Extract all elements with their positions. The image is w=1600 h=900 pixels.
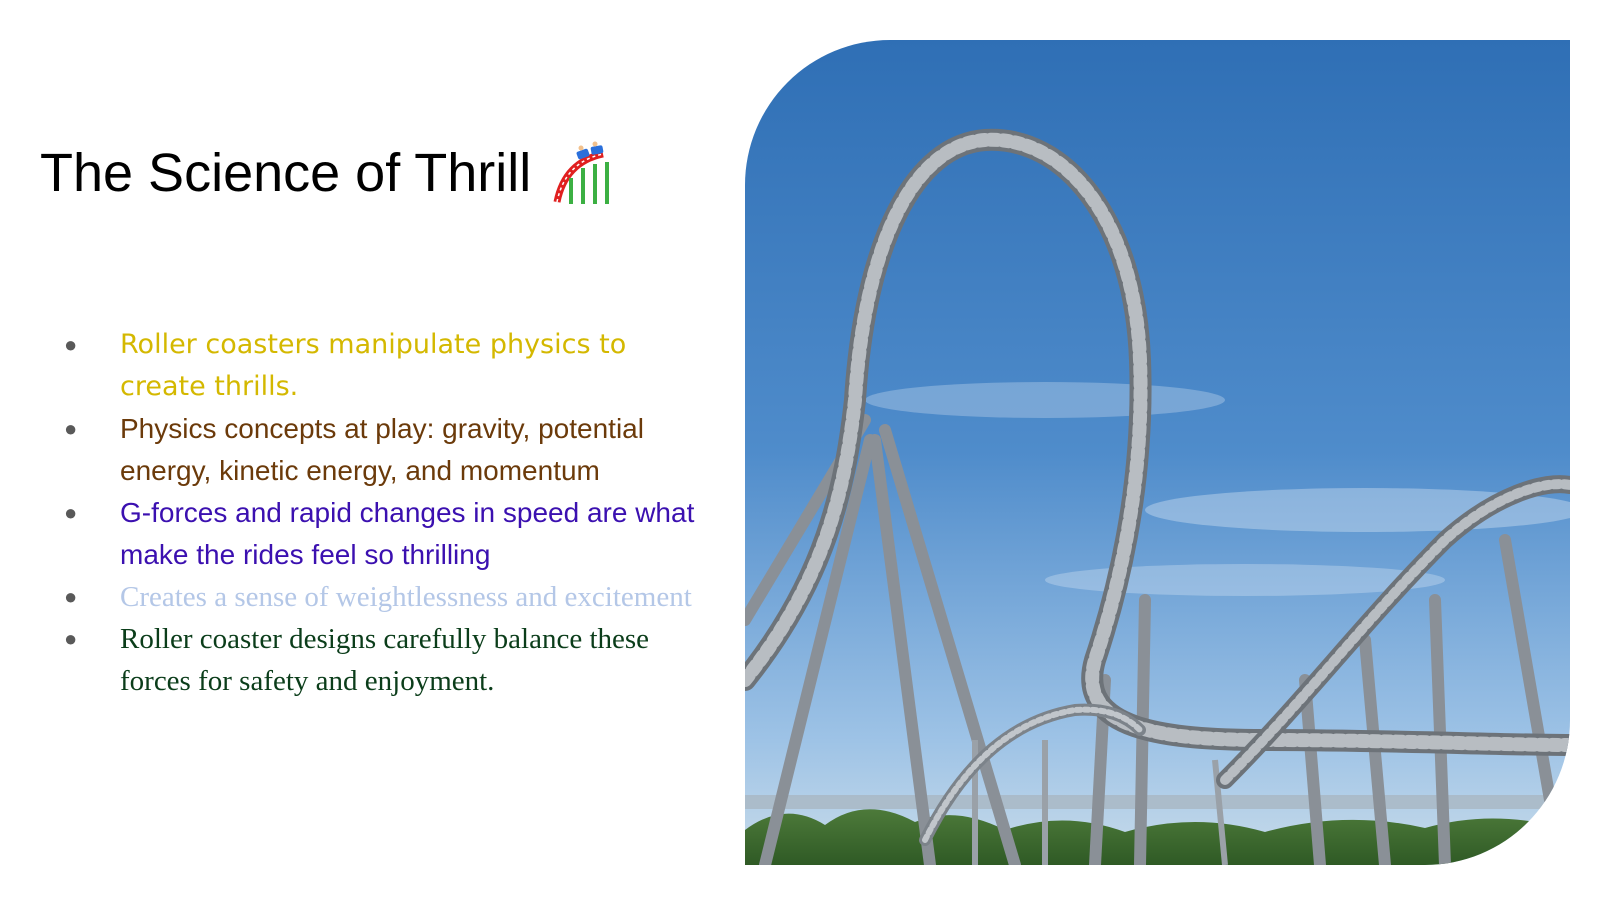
bullet-dot: ●	[64, 626, 78, 651]
slide: The Science of Thrill ● Roller coasters …	[0, 0, 1600, 900]
bullet-text: Creates a sense of weightlessness and ex…	[120, 581, 692, 613]
bullet-dot: ●	[64, 416, 78, 441]
bullet-dot: ●	[64, 332, 78, 357]
bullet-item: ● Creates a sense of weightlessness and …	[60, 576, 700, 618]
bullet-item: ● Physics concepts at play: gravity, pot…	[60, 408, 700, 492]
roller-coaster-loop-photo	[745, 40, 1570, 865]
bullet-text: Roller coaster designs carefully balance…	[120, 623, 650, 697]
bullet-list: ● Roller coasters manipulate physics to …	[60, 324, 700, 702]
bullet-dot: ●	[64, 584, 78, 609]
slide-title-container: The Science of Thrill	[40, 140, 617, 206]
roller-coaster-icon	[551, 140, 617, 206]
bullet-dot: ●	[64, 500, 78, 525]
bullet-item: ● Roller coasters manipulate physics to …	[60, 324, 700, 408]
bullet-text: Roller coasters manipulate physics to cr…	[120, 329, 627, 402]
slide-title: The Science of Thrill	[40, 143, 532, 203]
bullet-text: G-forces and rapid changes in speed are …	[120, 497, 695, 570]
bullet-text: Physics concepts at play: gravity, poten…	[120, 413, 644, 486]
bullet-item: ● Roller coaster designs carefully balan…	[60, 618, 700, 702]
bullet-item: ● G-forces and rapid changes in speed ar…	[60, 492, 700, 576]
